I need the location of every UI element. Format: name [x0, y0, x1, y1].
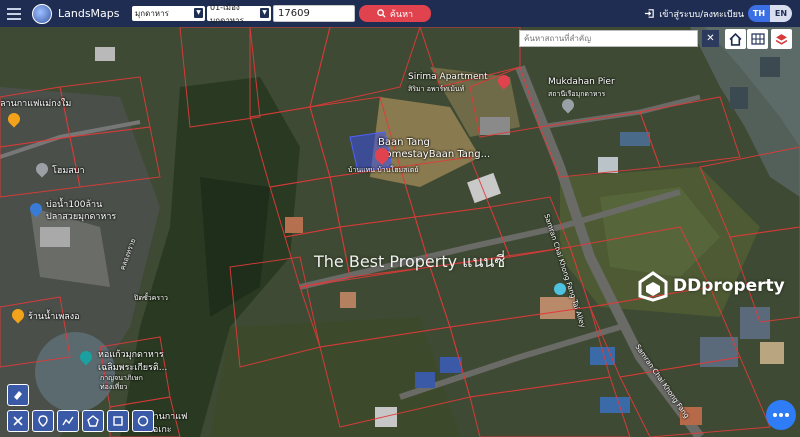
rectangle-icon — [113, 416, 123, 426]
polyline-icon — [62, 416, 74, 426]
lang-th-button[interactable]: TH — [748, 5, 770, 22]
login-icon — [645, 9, 654, 18]
dot-icon — [785, 413, 789, 417]
place-search-input[interactable] — [519, 30, 698, 47]
grid-button[interactable] — [747, 29, 768, 49]
poi-label-sirima-sub: สิริมา อพาร์ทเม้นท์ — [408, 85, 465, 93]
brand-name: LandsMaps — [58, 7, 120, 20]
polyline-tool-button[interactable] — [57, 410, 79, 432]
poi-label-cafe[interactable]: ลานกาแฟแม่กงใม — [0, 96, 71, 110]
chevron-down-icon: ▼ — [260, 8, 269, 18]
poi-label-tower-sub3: ท่องเที่ยว — [100, 383, 128, 391]
scissors-icon — [13, 416, 23, 426]
eraser-icon — [14, 391, 22, 400]
clear-search-button[interactable]: ✕ — [702, 30, 719, 47]
dot-icon — [773, 413, 777, 417]
more-options-button[interactable] — [766, 400, 796, 430]
polygon-icon — [87, 415, 99, 427]
province-select-value: มุกดาหาร — [135, 9, 169, 18]
layers-icon — [775, 33, 788, 45]
poi-label-rannam[interactable]: ร้านน้ำเพลงอ — [28, 309, 80, 323]
top-bar: LandsMaps มุกดาหาร ▼ 01-เมืองมุกดาหาร ▼ … — [0, 0, 800, 27]
search-icon — [377, 9, 386, 18]
polygon-tool-button[interactable] — [82, 410, 104, 432]
poi-label-bo-nam-sub: ปลาสวยมุกดาหาร — [46, 212, 117, 222]
ddproperty-watermark: DDproperty — [637, 270, 785, 302]
poi-label-tower-sub: เฉลิมพระเกียรติ... — [98, 363, 168, 373]
rectangle-tool-button[interactable] — [107, 410, 129, 432]
district-select[interactable]: 01-เมืองมุกดาหาร ▼ — [207, 3, 271, 25]
satellite-map[interactable]: ลานกาแฟแม่กงใม โฮมสบา บ่อน้ำ100ล้าน ปลาส… — [0, 27, 800, 437]
circle-tool-button[interactable] — [132, 410, 154, 432]
login-label: เข้าสู่ระบบ/ลงทะเบียน — [659, 9, 744, 20]
search-button[interactable]: ค้นหา — [359, 5, 431, 22]
ddproperty-logo-icon — [638, 271, 668, 302]
language-toggle[interactable]: TH EN — [748, 5, 792, 22]
poi-label-baan-tang-2[interactable]: HomestayBaan Tang... — [378, 149, 490, 160]
dot-icon — [779, 413, 783, 417]
home-icon — [729, 32, 742, 46]
poi-label-pier-sub: สถานีเรือมุกดาหาร — [548, 90, 606, 98]
poi-label-baan-tang[interactable]: Baan Tang — [378, 137, 430, 148]
poi-label-pichet: ปิดซั้วคราว — [134, 294, 168, 302]
province-select[interactable]: มุกดาหาร ▼ — [132, 6, 205, 21]
login-link[interactable]: เข้าสู่ระบบ/ลงทะเบียน — [644, 0, 744, 27]
poi-label-pier[interactable]: Mukdahan Pier — [548, 77, 615, 87]
home-button[interactable] — [725, 29, 746, 49]
chevron-down-icon: ▼ — [194, 8, 203, 18]
poi-label-baan-tang-sub: บ้านแทน บ้านโฮมสเตย์ — [348, 166, 419, 174]
poi-label-sirima[interactable]: Sirima Apartment — [408, 72, 488, 82]
poi-label-tower[interactable]: หอแก้วมุกดาหาร — [98, 347, 164, 361]
layers-button[interactable] — [771, 29, 792, 49]
search-button-label: ค้นหา — [389, 9, 414, 20]
eraser-tool-button[interactable] — [7, 384, 29, 406]
landsmaps-app: ลานกาแฟแม่กงใม โฮมสบา บ่อน้ำ100ล้าน ปลาส… — [0, 0, 800, 437]
poi-label-homsaba[interactable]: โฮมสบา — [52, 163, 85, 177]
lang-en-button[interactable]: EN — [770, 5, 792, 22]
watermark-text: The Best Property แนนซี่ — [314, 252, 506, 271]
ddproperty-text: DDproperty — [673, 276, 785, 296]
marker-icon — [38, 415, 48, 427]
landsmaps-logo — [32, 3, 52, 24]
menu-icon[interactable] — [0, 0, 28, 27]
parcel-number-input[interactable] — [273, 5, 355, 22]
circle-icon — [137, 415, 149, 427]
grid-icon — [750, 33, 765, 45]
scissors-tool-button[interactable] — [7, 410, 29, 432]
marker-tool-button[interactable] — [32, 410, 54, 432]
